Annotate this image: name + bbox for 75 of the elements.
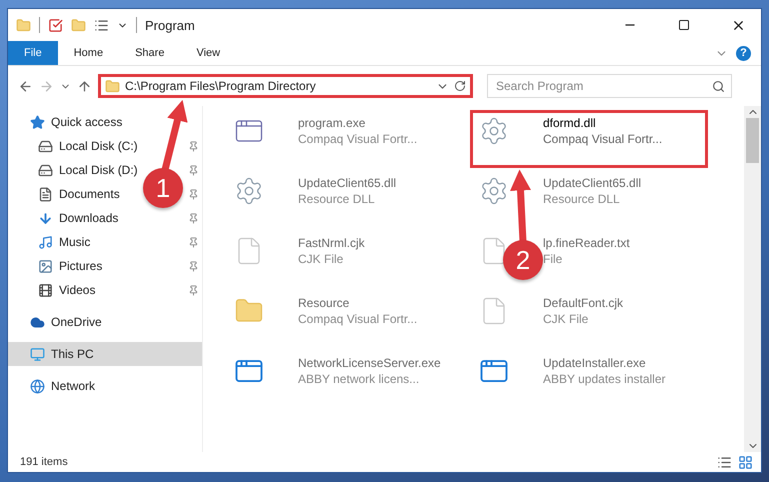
scroll-thumb[interactable] <box>746 118 759 163</box>
large-icons-view-icon[interactable] <box>738 454 753 470</box>
checkbox-icon[interactable] <box>48 18 63 32</box>
window-title: Program <box>145 18 196 32</box>
film-icon <box>38 282 53 298</box>
file-name[interactable]: FastNrml.cjk <box>298 236 365 250</box>
sidebar-item[interactable]: Local Disk (C:) <box>59 139 138 153</box>
scrollbar[interactable] <box>744 106 761 452</box>
selected-sidebar-row[interactable]: This PC <box>8 342 202 366</box>
sidebar-item[interactable]: Quick access <box>51 115 122 129</box>
sidebar-item[interactable]: Videos <box>59 283 96 297</box>
sidebar-item[interactable]: This PC <box>51 347 94 361</box>
file-type: File <box>543 252 564 266</box>
help-button[interactable]: ? <box>736 46 751 60</box>
file-name[interactable]: program.exe <box>298 116 418 130</box>
ribbon-tab[interactable]: Home <box>58 41 120 65</box>
drive-icon <box>38 162 53 178</box>
file-type: CJK File <box>543 312 590 326</box>
gear-icon <box>234 176 264 206</box>
file-name[interactable]: DefaultFont.cjk <box>543 296 624 310</box>
maximize-icon[interactable] <box>678 19 690 31</box>
ribbon-tab[interactable]: Share <box>119 41 180 65</box>
file-type: Compaq Visual Fortr... <box>298 132 418 146</box>
back-icon[interactable] <box>18 78 33 94</box>
search-box[interactable]: Search Program <box>487 74 732 98</box>
pin-icon[interactable] <box>188 140 199 152</box>
up-icon[interactable] <box>77 78 92 94</box>
sidebar-item[interactable]: Music <box>59 235 90 249</box>
item-count: 191 items <box>20 456 68 468</box>
sidebar-item[interactable]: Downloads <box>59 211 118 225</box>
sidebar-item[interactable]: Local Disk (D:) <box>59 163 138 177</box>
folder-icon <box>105 78 120 94</box>
refresh-icon[interactable] <box>454 80 466 92</box>
sidebar-item[interactable]: Documents <box>59 187 120 201</box>
drive-icon <box>38 138 53 154</box>
file-type: Resource DLL <box>543 192 621 206</box>
search-icon[interactable] <box>712 80 725 92</box>
gear-icon <box>479 116 509 146</box>
pin-icon[interactable] <box>188 260 199 272</box>
monitor-icon <box>30 346 45 362</box>
file-name[interactable]: NetworkLicenseServer.exe <box>298 356 441 370</box>
pin-icon[interactable] <box>188 164 199 176</box>
pin-icon[interactable] <box>188 284 199 296</box>
sidebar-item[interactable]: Network <box>51 379 96 393</box>
file-name[interactable]: lp.fineReader.txt <box>543 236 630 250</box>
file-type: Resource DLL <box>298 192 376 206</box>
file-type: Compaq Visual Fortr... <box>298 312 418 326</box>
cloud-icon <box>30 314 45 330</box>
details-view-icon[interactable] <box>717 454 732 470</box>
file-type: ABBY network licens... <box>298 372 420 386</box>
file-name[interactable]: UpdateClient65.dll <box>543 176 642 190</box>
ribbon-tab[interactable]: View <box>180 41 236 65</box>
file-type: CJK File <box>298 252 344 266</box>
annotation-arrow <box>162 100 188 171</box>
properties-icon[interactable] <box>94 18 109 32</box>
arrow-down-icon <box>38 210 53 226</box>
file-name[interactable]: Resource <box>298 296 418 310</box>
picture-icon <box>38 258 53 274</box>
file-type: ABBY updates installer <box>543 372 666 386</box>
file-name[interactable]: dformd.dll <box>543 116 662 130</box>
file-type: Compaq Visual Fortr... <box>543 132 662 146</box>
gear-icon <box>479 176 509 206</box>
document-icon <box>38 186 53 202</box>
file-name[interactable]: UpdateClient65.dll <box>298 176 396 190</box>
music-note-icon <box>38 234 53 250</box>
pin-icon[interactable] <box>188 236 199 248</box>
star-icon <box>30 114 45 130</box>
globe-icon <box>30 378 45 394</box>
pin-icon[interactable] <box>188 188 199 200</box>
sidebar-item[interactable]: Pictures <box>59 259 102 273</box>
address-bar[interactable]: C:\Program Files\Program Directory <box>98 74 473 98</box>
file-name[interactable]: UpdateInstaller.exe <box>543 356 666 370</box>
sidebar-item[interactable]: OneDrive <box>51 315 102 329</box>
pin-icon[interactable] <box>188 212 199 224</box>
ribbon-tab[interactable]: File <box>8 41 58 65</box>
